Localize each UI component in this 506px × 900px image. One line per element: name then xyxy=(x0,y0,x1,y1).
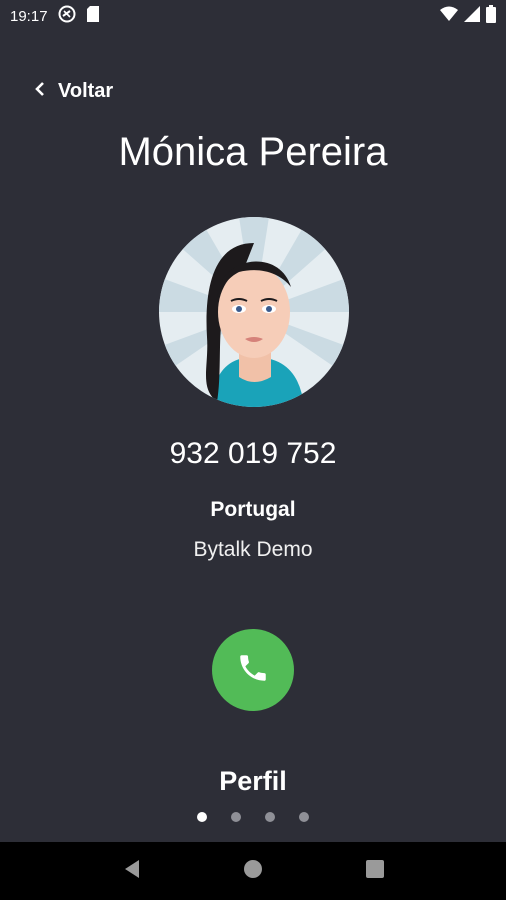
contact-country: Portugal xyxy=(210,498,296,521)
wifi-icon xyxy=(440,6,458,26)
do-not-disturb-icon xyxy=(58,5,76,27)
nav-recents-button[interactable] xyxy=(365,859,385,884)
avatar xyxy=(159,217,349,407)
back-label: Voltar xyxy=(58,80,114,102)
contact-name: Mónica Pereira xyxy=(118,130,388,174)
nav-home-button[interactable] xyxy=(242,858,264,885)
status-time: 19:17 xyxy=(10,7,48,25)
page-dot-3[interactable] xyxy=(265,812,275,822)
status-right xyxy=(440,5,496,27)
pager-label: Perfil xyxy=(219,766,287,796)
page-dot-1[interactable] xyxy=(197,812,207,822)
phone-icon xyxy=(236,651,270,690)
call-button[interactable] xyxy=(212,629,294,711)
status-left: 19:17 xyxy=(10,5,100,27)
page-dot-2[interactable] xyxy=(231,812,241,822)
nav-back-button[interactable] xyxy=(121,858,141,885)
chevron-left-icon xyxy=(34,80,46,103)
page-indicator xyxy=(0,812,506,822)
contact-phone: 932 019 752 xyxy=(169,437,337,470)
navigation-bar xyxy=(0,842,506,900)
page-dot-4[interactable] xyxy=(299,812,309,822)
signal-icon xyxy=(464,6,480,26)
contact-company: Bytalk Demo xyxy=(193,538,313,561)
battery-icon xyxy=(486,5,496,27)
sim-card-icon xyxy=(86,6,100,26)
back-button[interactable]: Voltar xyxy=(34,80,113,103)
status-bar: 19:17 xyxy=(0,0,506,32)
